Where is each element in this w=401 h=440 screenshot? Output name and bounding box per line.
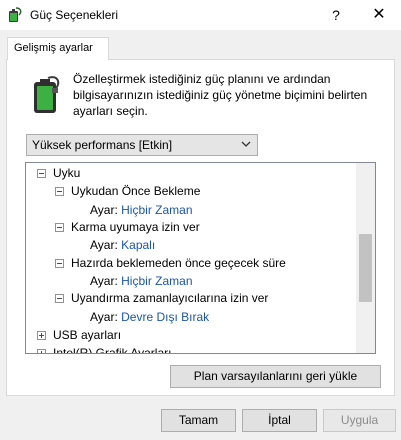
tree-item-hybrid-sleep[interactable]: Karma uyumaya izin ver [71, 219, 200, 236]
chevron-down-icon [241, 141, 251, 147]
power-plan-dropdown[interactable]: Yüksek performans [Etkin] [26, 134, 258, 156]
setting-label: Ayar: [90, 203, 118, 217]
power-plan-selected: Yüksek performans [Etkin] [32, 138, 173, 152]
tree-setting-row[interactable]: Ayar: Devre Dışı Bırak [90, 309, 209, 326]
tree-item-sleep-after[interactable]: Uykudan Önce Bekleme [71, 183, 200, 200]
tree-item-sleep[interactable]: Uyku [53, 165, 80, 182]
tree-item-usb-settings[interactable]: USB ayarları [53, 327, 121, 344]
window-title: Güç Seçenekleri [30, 8, 119, 22]
tree-item-intel-graphics[interactable]: Intel(R) Grafik Ayarları [53, 345, 171, 353]
close-button[interactable]: ✕ [357, 0, 401, 30]
close-icon: ✕ [372, 6, 386, 23]
apply-button[interactable]: Uygula [323, 409, 396, 432]
expand-toggle-icon[interactable] [37, 331, 46, 340]
collapse-toggle-icon[interactable] [55, 223, 64, 232]
setting-value[interactable]: Kapalı [121, 238, 155, 252]
setting-value[interactable]: Hiçbir Zaman [121, 274, 192, 288]
tree-item-hibernate-after[interactable]: Hazırda beklemeden önce geçecek süre [71, 255, 286, 272]
ok-button[interactable]: Tamam [161, 409, 236, 432]
cancel-button[interactable]: İptal [242, 409, 317, 432]
tab-advanced-settings[interactable]: Gelişmiş ayarlar [7, 37, 109, 60]
tree-setting-row[interactable]: Ayar: Hiçbir Zaman [90, 202, 193, 219]
settings-tree[interactable]: Uyku Uykudan Önce Bekleme Ayar: Hiçbir Z… [25, 162, 376, 354]
title-bar: Güç Seçenekleri ? ✕ [0, 0, 401, 30]
collapse-toggle-icon[interactable] [55, 187, 64, 196]
collapse-toggle-icon[interactable] [37, 169, 46, 178]
setting-label: Ayar: [90, 310, 118, 324]
collapse-toggle-icon[interactable] [55, 259, 64, 268]
help-button[interactable]: ? [314, 0, 358, 30]
battery-power-icon [34, 76, 60, 113]
tree-setting-row[interactable]: Ayar: Kapalı [90, 237, 155, 254]
help-icon: ? [332, 7, 340, 23]
tree-setting-row[interactable]: Ayar: Hiçbir Zaman [90, 273, 193, 290]
restore-defaults-button[interactable]: Plan varsayılanlarını geri yükle [170, 365, 381, 388]
instructions-text: Özelleştirmek istediğiniz güç planını ve… [73, 72, 368, 118]
power-options-icon [9, 7, 22, 22]
scrollbar-thumb[interactable] [359, 234, 372, 302]
expand-toggle-icon[interactable] [37, 349, 46, 353]
setting-label: Ayar: [90, 238, 118, 252]
setting-value[interactable]: Hiçbir Zaman [121, 203, 192, 217]
setting-label: Ayar: [90, 274, 118, 288]
tree-item-wake-timers[interactable]: Uyandırma zamanlayıcılarına izin ver [71, 290, 268, 307]
setting-value[interactable]: Devre Dışı Bırak [121, 310, 209, 324]
collapse-toggle-icon[interactable] [55, 294, 64, 303]
